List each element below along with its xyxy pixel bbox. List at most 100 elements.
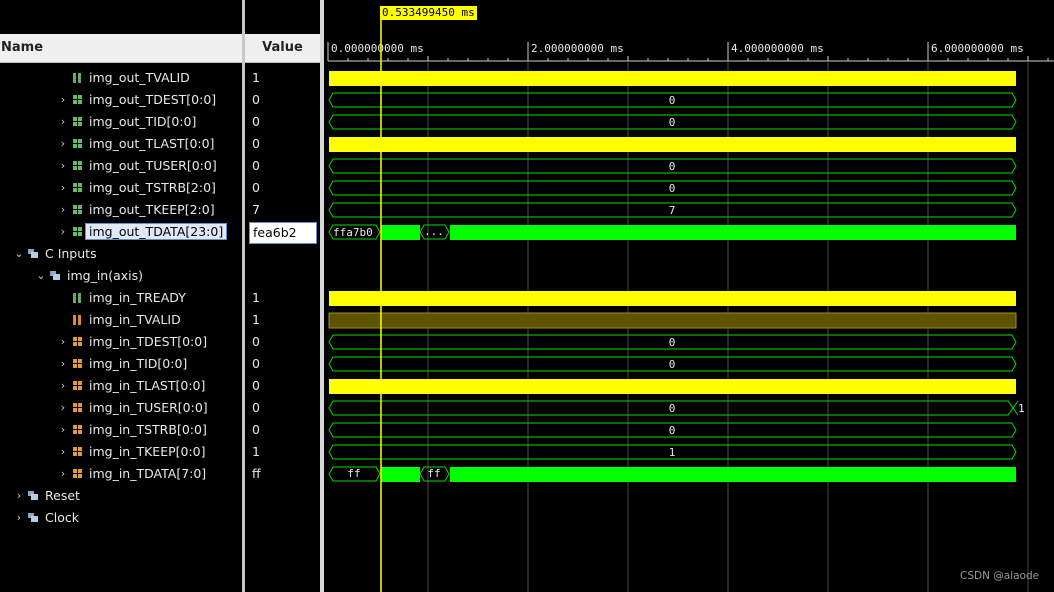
waveform-img-in-tdata[interactable]: ff ff: [328, 466, 1016, 482]
signal-row-img-in-tkeep[interactable]: › img_in_TKEEP[0:0]: [58, 441, 206, 463]
ruler-tick-label: 2.000000000 ms: [531, 42, 624, 55]
waveform-img-out-tkeep[interactable]: 7: [328, 202, 1017, 218]
bus-value-label: 0: [669, 402, 676, 415]
bus-value-label: 1: [1018, 402, 1025, 415]
input-bus-icon: [73, 469, 82, 478]
group-row-c-inputs[interactable]: ⌄ C Inputs: [14, 243, 97, 265]
signal-value: 0: [252, 356, 260, 371]
signal-value: 0: [252, 92, 260, 107]
waveform-img-in-tstrb[interactable]: 0: [328, 422, 1017, 438]
chevron-right-icon[interactable]: ›: [14, 485, 24, 507]
ruler-tick-label: 4.000000000 ms: [731, 42, 824, 55]
signal-value: 1: [252, 312, 260, 327]
signal-value: 0: [252, 378, 260, 393]
bit-signal-icon: [73, 73, 81, 83]
waveform-img-in-tid[interactable]: 0: [328, 356, 1017, 372]
bus-signal-icon: [73, 139, 82, 148]
group-icon: [50, 271, 60, 280]
chevron-down-icon[interactable]: ⌄: [14, 243, 24, 265]
signal-value: 7: [252, 202, 260, 217]
input-bus-icon: [73, 403, 82, 412]
signal-value: 0: [252, 114, 260, 129]
signal-name: img_out_TKEEP[2:0]: [89, 202, 215, 217]
signal-row-img-out-tstrb[interactable]: › img_out_TSTRB[2:0]: [58, 177, 216, 199]
waveform-img-out-tdata[interactable]: ffa7b0 ...: [328, 224, 1016, 240]
chevron-right-icon[interactable]: ›: [58, 331, 68, 353]
group-row-clock[interactable]: › Clock: [14, 507, 79, 529]
chevron-right-icon[interactable]: ›: [58, 133, 68, 155]
signal-name: img_in_TID[0:0]: [89, 356, 188, 371]
signal-row-img-out-tlast[interactable]: › img_out_TLAST[0:0]: [58, 133, 215, 155]
signal-row-img-in-tuser[interactable]: › img_in_TUSER[0:0]: [58, 397, 208, 419]
bus-value-label: 0: [669, 182, 676, 195]
chevron-right-icon[interactable]: ›: [58, 419, 68, 441]
waveform-img-out-tuser[interactable]: 0: [328, 158, 1017, 174]
signal-row-img-in-tdata[interactable]: › img_in_TDATA[7:0]: [58, 463, 206, 485]
bit-signal-icon: [73, 293, 81, 303]
waveform-img-out-tdest[interactable]: 0: [328, 92, 1017, 108]
signal-row-img-out-tuser[interactable]: › img_out_TUSER[0:0]: [58, 155, 217, 177]
bus-signal-icon: [73, 227, 82, 236]
signal-row-img-in-tdest[interactable]: › img_in_TDEST[0:0]: [58, 331, 207, 353]
chevron-right-icon[interactable]: ›: [58, 199, 68, 221]
signal-row-img-out-tid[interactable]: › img_out_TID[0:0]: [58, 111, 197, 133]
value-column-header[interactable]: Value: [245, 34, 320, 63]
signal-row-img-in-tstrb[interactable]: › img_in_TSTRB[0:0]: [58, 419, 207, 441]
group-row-img-in-axis[interactable]: ⌄ img_in(axis): [36, 265, 143, 287]
signal-value-selected: fea6b2: [249, 222, 317, 244]
chevron-down-icon[interactable]: ⌄: [36, 265, 46, 287]
waveform-img-in-tvalid[interactable]: [328, 312, 1017, 329]
signal-name: img_in_TDEST[0:0]: [89, 334, 208, 349]
chevron-right-icon[interactable]: ›: [14, 507, 24, 529]
bus-signal-icon: [73, 183, 82, 192]
waveform-img-in-tkeep[interactable]: 1: [328, 444, 1017, 460]
signal-name: img_out_TLAST[0:0]: [89, 136, 215, 151]
waveform-img-out-tlast[interactable]: [329, 137, 1016, 152]
group-name: img_in(axis): [67, 268, 144, 283]
group-icon: [28, 513, 38, 522]
cursor-time-label[interactable]: 0.533499450 ms: [380, 6, 477, 20]
group-name: C Inputs: [45, 246, 97, 261]
signal-row-img-in-tlast[interactable]: › img_in_TLAST[0:0]: [58, 375, 206, 397]
signal-row-img-in-tid[interactable]: › img_in_TID[0:0]: [58, 353, 188, 375]
input-bus-icon: [73, 359, 82, 368]
group-row-reset[interactable]: › Reset: [14, 485, 80, 507]
waveform-img-out-tstrb[interactable]: 0: [328, 180, 1017, 196]
signal-value: 1: [252, 444, 260, 459]
signal-row-img-out-tdata[interactable]: › img_out_TDATA[23:0]: [58, 221, 228, 243]
chevron-right-icon[interactable]: ›: [58, 397, 68, 419]
chevron-right-icon[interactable]: ›: [58, 89, 68, 111]
chevron-right-icon[interactable]: ›: [58, 441, 68, 463]
chevron-right-icon[interactable]: ›: [58, 111, 68, 133]
chevron-right-icon[interactable]: ›: [58, 375, 68, 397]
signal-name: img_in_TSTRB[0:0]: [89, 422, 207, 437]
ruler-tick-label: 0.000000000 ms: [331, 42, 424, 55]
waveform-img-in-tdest[interactable]: 0: [328, 334, 1017, 350]
chevron-right-icon[interactable]: ›: [58, 221, 68, 243]
group-icon: [28, 491, 38, 500]
waveform-img-out-tvalid[interactable]: [329, 71, 1016, 86]
waveform-img-in-tuser[interactable]: 0 1: [328, 400, 1025, 416]
waveform-img-out-tid[interactable]: 0: [328, 114, 1017, 130]
signal-row-img-out-tdest[interactable]: › img_out_TDEST[0:0]: [58, 89, 216, 111]
bus-value-label: 0: [669, 116, 676, 129]
chevron-right-icon[interactable]: ›: [58, 353, 68, 375]
waveform-img-in-tlast[interactable]: [329, 379, 1016, 394]
signal-name-selected: img_out_TDATA[23:0]: [85, 223, 228, 240]
chevron-right-icon[interactable]: ›: [58, 155, 68, 177]
bus-value-label: 0: [669, 94, 676, 107]
signal-row-img-in-tready[interactable]: img_in_TREADY: [72, 287, 186, 309]
signal-row-img-in-tvalid[interactable]: img_in_TVALID: [72, 309, 181, 331]
signal-name: img_in_TKEEP[0:0]: [89, 444, 206, 459]
chevron-right-icon[interactable]: ›: [58, 463, 68, 485]
signal-row-img-out-tkeep[interactable]: › img_out_TKEEP[2:0]: [58, 199, 215, 221]
waveform-canvas[interactable]: 0.000000000 ms 2.000000000 ms 4.00000000…: [324, 0, 1054, 592]
waveform-img-in-tready[interactable]: [329, 291, 1016, 306]
bus-value-label: ff: [427, 467, 440, 480]
bus-signal-icon: [73, 95, 82, 104]
signal-value: 0: [252, 136, 260, 151]
signal-value: 1: [252, 70, 260, 85]
chevron-right-icon[interactable]: ›: [58, 177, 68, 199]
name-column-header[interactable]: Name: [0, 34, 242, 63]
signal-row-img-out-tvalid[interactable]: img_out_TVALID: [72, 67, 190, 89]
